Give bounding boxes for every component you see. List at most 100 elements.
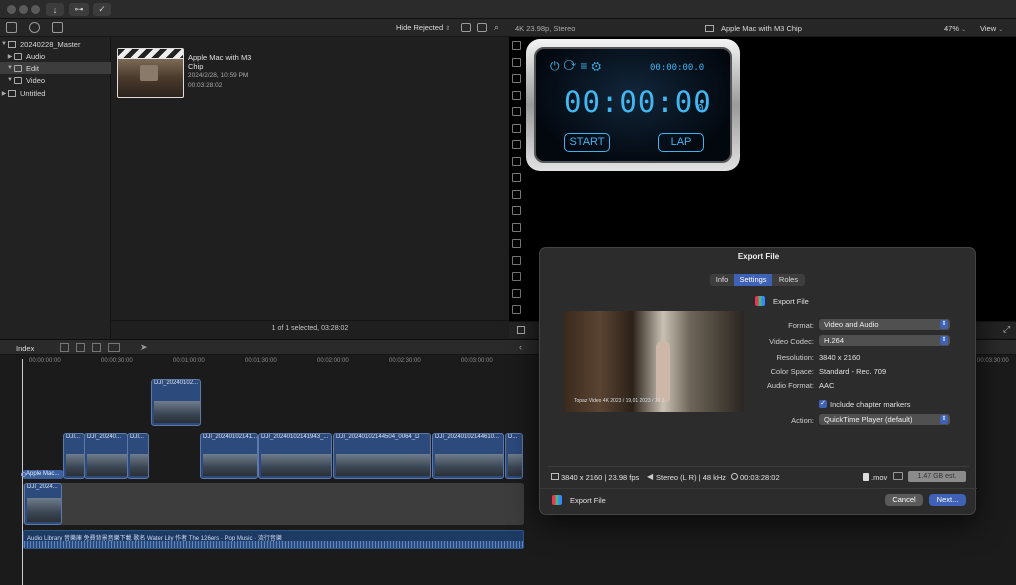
sidebar-item-label: 20240228_Master bbox=[20, 39, 81, 49]
disclosure-closed-icon[interactable]: ▶ bbox=[6, 53, 14, 60]
zoom-menu[interactable]: 47% ⌄ bbox=[944, 24, 966, 33]
edit-mode-icon[interactable] bbox=[108, 343, 120, 352]
ruler-label: 00:01:30:00 bbox=[245, 358, 277, 364]
summary-audio: Stereo (L R) | 48 kHz bbox=[656, 473, 727, 482]
sidebar-item-label: Video bbox=[26, 75, 46, 85]
timeline-clip[interactable]: DJI... bbox=[127, 433, 149, 479]
browser-toolbar: Hide Rejected ⇕ ⌕ bbox=[0, 19, 509, 37]
insert-icon[interactable] bbox=[76, 343, 85, 352]
timeline-clip[interactable]: DJI_20240102141... bbox=[200, 433, 258, 479]
titles-generators-icon[interactable] bbox=[52, 22, 63, 33]
timeline-clip[interactable]: DJI_20240102141943_... bbox=[258, 433, 332, 479]
film-perforation bbox=[512, 107, 521, 116]
disclosure-closed-icon[interactable]: ▶ bbox=[0, 90, 8, 97]
append-icon[interactable] bbox=[60, 343, 69, 352]
summary-duration: 00:03:28:02 bbox=[740, 473, 780, 482]
key-icon: ⊶ bbox=[74, 4, 84, 14]
timeline-clip[interactable]: DJI_20240102144504_0064_D bbox=[333, 433, 431, 479]
thumbnail-figure bbox=[140, 65, 158, 81]
primary-storyline-label[interactable]: Apple Mac... bbox=[23, 470, 63, 479]
format-value: Video and Audio bbox=[824, 320, 879, 329]
clip-appearance-icon[interactable] bbox=[461, 23, 471, 32]
transform-icon[interactable] bbox=[517, 326, 525, 334]
tab-settings[interactable]: Settings bbox=[734, 274, 772, 286]
disclosure-open-icon[interactable]: ▼ bbox=[6, 65, 14, 71]
search-icon[interactable]: ⌕ bbox=[494, 22, 499, 33]
photos-audio-icon[interactable] bbox=[29, 22, 40, 33]
film-perforation bbox=[512, 173, 521, 182]
clip-label: DJI_20240102144504_0064_D bbox=[336, 434, 420, 440]
project-date: 2024/2/28, 10:59 PM bbox=[188, 72, 249, 79]
clip-label: D... bbox=[508, 434, 518, 440]
film-perforation bbox=[512, 272, 521, 281]
chapter-markers-checkbox[interactable]: ✓ bbox=[819, 400, 827, 408]
libraries-icon[interactable] bbox=[6, 22, 17, 33]
sidebar-item-audio[interactable]: ▶ Audio bbox=[0, 50, 111, 62]
overwrite-icon[interactable] bbox=[92, 343, 101, 352]
library-icon bbox=[8, 89, 16, 97]
gap-track bbox=[23, 483, 524, 525]
project-title: Apple Mac with M3 Chip bbox=[188, 53, 252, 71]
view-menu[interactable]: View ⌄ bbox=[980, 24, 1003, 33]
disclosure-open-icon[interactable]: ▼ bbox=[6, 77, 14, 83]
timeline-clip[interactable]: D... bbox=[505, 433, 523, 479]
action-popup[interactable]: QuickTime Player (default) ⇕ bbox=[819, 414, 950, 425]
format-popup[interactable]: Video and Audio ⇕ bbox=[819, 319, 950, 330]
film-perforation bbox=[512, 41, 521, 50]
stopwatch-start: START bbox=[564, 133, 610, 152]
film-perforation bbox=[512, 288, 521, 298]
filmstrip-icon[interactable] bbox=[477, 23, 487, 32]
viewer-title: Apple Mac with M3 Chip bbox=[721, 24, 802, 33]
film-perforation bbox=[512, 156, 521, 166]
action-value: QuickTime Player (default) bbox=[824, 415, 913, 424]
cancel-button[interactable]: Cancel bbox=[885, 494, 923, 506]
export-file-icon bbox=[755, 296, 765, 306]
clip-label: DJI_20240102141... bbox=[203, 434, 258, 440]
film-perforation bbox=[512, 305, 521, 314]
chevron-updown-icon: ⇕ bbox=[940, 320, 948, 329]
fullscreen-icon[interactable]: ⤢ bbox=[1003, 324, 1010, 335]
next-button[interactable]: Next... bbox=[929, 494, 966, 506]
import-button[interactable]: ↓ bbox=[46, 3, 64, 16]
clip-thumbnail bbox=[66, 454, 84, 476]
hide-rejected-menu[interactable]: Hide Rejected ⇕ bbox=[396, 23, 450, 32]
viewer-toolbar: 4K 23.98p, Stereo Apple Mac with M3 Chip… bbox=[509, 19, 1016, 37]
storyline-handle-icon[interactable] bbox=[21, 472, 26, 477]
select-tool-icon[interactable]: ➤ bbox=[140, 342, 148, 353]
audio-clip[interactable]: Audio Library 音樂庫 免費背景音樂下載 歌名 Water Lily… bbox=[23, 530, 524, 549]
preview-caption: Topaz Video 4K 2023 / 19,01 2023 / 16:3.… bbox=[574, 398, 669, 404]
keywords-button[interactable]: ⊶ bbox=[69, 3, 89, 16]
footer-label: Export File bbox=[570, 496, 606, 505]
sidebar-item-untitled[interactable]: ▶ Untitled bbox=[0, 87, 111, 99]
clip-thumbnail bbox=[261, 454, 331, 476]
ruler-label: 00:01:00:00 bbox=[173, 358, 205, 364]
minimize-window-button[interactable] bbox=[19, 5, 28, 14]
event-icon bbox=[14, 76, 22, 84]
zoom-window-button[interactable] bbox=[31, 5, 40, 14]
chevron-left-icon[interactable]: ‹ bbox=[519, 342, 522, 352]
clip-label: DJI_20240... bbox=[87, 434, 122, 440]
sidebar-item-video[interactable]: ▼ Video bbox=[0, 74, 111, 86]
close-window-button[interactable] bbox=[7, 5, 16, 14]
timeline-clip[interactable]: DJI... bbox=[63, 433, 85, 479]
index-button[interactable]: Index bbox=[16, 344, 34, 353]
disclosure-open-icon[interactable]: ▼ bbox=[0, 41, 8, 47]
connected-clip[interactable]: DJI_20240102... bbox=[151, 379, 201, 426]
sidebar-item-library-master[interactable]: ▼ 20240228_Master bbox=[0, 38, 111, 50]
file-icon bbox=[863, 473, 869, 481]
lower-clip[interactable]: DJI_2024... bbox=[24, 483, 62, 525]
clip-label: DJI... bbox=[130, 434, 145, 440]
tab-roles[interactable]: Roles bbox=[772, 274, 805, 286]
background-tasks-button[interactable]: ✓ bbox=[93, 3, 111, 16]
clip-thumbnail bbox=[435, 454, 503, 476]
timeline-clip[interactable]: DJI_20240102144610... bbox=[432, 433, 504, 479]
chevron-updown-icon: ⇕ bbox=[940, 336, 948, 345]
clip-thumbnail bbox=[154, 401, 200, 423]
timeline-clip[interactable]: DJI_20240... bbox=[84, 433, 128, 479]
sidebar-item-edit[interactable]: ▼ Edit bbox=[0, 62, 111, 74]
film-perforation bbox=[512, 222, 521, 232]
tab-info[interactable]: Info bbox=[710, 274, 734, 286]
project-thumbnail[interactable] bbox=[117, 48, 184, 98]
video-codec-popup[interactable]: H.264 ⇕ bbox=[819, 335, 950, 346]
chevron-down-icon: ⌄ bbox=[961, 27, 967, 33]
